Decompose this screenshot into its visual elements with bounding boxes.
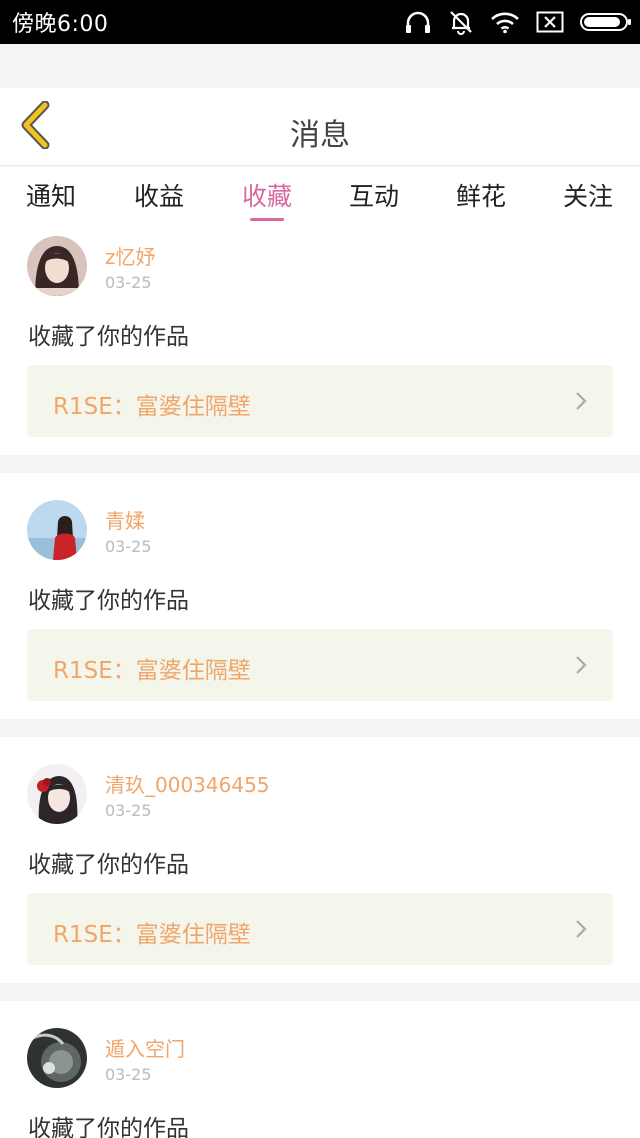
avatar[interactable] — [27, 236, 87, 296]
work-link[interactable]: R1SE：富婆住隔壁 — [27, 629, 613, 701]
message-card: 清玖_000346455 03-25 收藏了你的作品 R1SE：富婆住隔壁 — [0, 737, 640, 983]
avatar[interactable] — [27, 764, 87, 824]
tab-flowers[interactable]: 鲜花 — [456, 177, 506, 227]
wifi-icon — [490, 10, 520, 34]
message-card: 青媃 03-25 收藏了你的作品 R1SE：富婆住隔壁 — [0, 473, 640, 719]
work-link[interactable]: R1SE：富婆住隔壁 — [27, 365, 613, 437]
avatar[interactable] — [27, 500, 87, 560]
status-bar: 傍晚6:00 — [0, 0, 640, 44]
message-date: 03-25 — [105, 537, 152, 556]
work-link[interactable]: R1SE：富婆住隔壁 — [27, 893, 613, 965]
action-text: 收藏了你的作品 — [28, 1116, 189, 1138]
tab-favorites[interactable]: 收藏 — [242, 177, 292, 227]
tab-label: 互动 — [349, 182, 400, 211]
tab-notice[interactable]: 通知 — [26, 177, 76, 227]
chevron-right-icon — [575, 655, 587, 679]
active-tab-indicator — [250, 218, 284, 221]
work-title: R1SE：富婆住隔壁 — [53, 658, 251, 684]
status-icons — [404, 9, 631, 35]
username[interactable]: z忆妤 — [105, 241, 156, 270]
tab-label: 鲜花 — [456, 182, 507, 211]
action-text: 收藏了你的作品 — [28, 852, 189, 878]
spacer — [0, 44, 640, 88]
page-title: 消息 — [290, 118, 350, 153]
headphones-icon — [404, 9, 432, 35]
tab-label: 收藏 — [242, 182, 293, 211]
tab-earnings[interactable]: 收益 — [134, 177, 184, 227]
bell-muted-icon — [448, 9, 474, 35]
work-title: R1SE：富婆住隔壁 — [53, 394, 251, 420]
tab-label: 关注 — [563, 182, 614, 211]
username[interactable]: 清玖_000346455 — [105, 769, 270, 798]
tab-label: 通知 — [26, 182, 77, 211]
tab-bar: 通知 收益 收藏 互动 鲜花 关注 — [0, 167, 640, 229]
tab-follow[interactable]: 关注 — [563, 177, 613, 227]
username[interactable]: 青媃 — [105, 505, 145, 534]
message-date: 03-25 — [105, 273, 152, 292]
action-text: 收藏了你的作品 — [28, 588, 189, 614]
tab-interaction[interactable]: 互动 — [349, 177, 399, 227]
message-date: 03-25 — [105, 801, 152, 820]
chevron-right-icon — [575, 391, 587, 415]
message-card: 遁入空门 03-25 收藏了你的作品 — [0, 1001, 640, 1138]
username[interactable]: 遁入空门 — [105, 1033, 185, 1062]
battery-icon — [580, 13, 631, 31]
status-time: 傍晚6:00 — [12, 12, 109, 37]
work-title: R1SE：富婆住隔壁 — [53, 922, 251, 948]
tab-label: 收益 — [134, 182, 185, 211]
header: 消息 — [0, 88, 640, 166]
chevron-right-icon — [575, 919, 587, 943]
avatar[interactable] — [27, 1028, 87, 1088]
message-date: 03-25 — [105, 1065, 152, 1084]
sim-none-icon — [536, 11, 564, 33]
message-card: z忆妤 03-25 收藏了你的作品 R1SE：富婆住隔壁 — [0, 229, 640, 455]
action-text: 收藏了你的作品 — [28, 324, 189, 350]
